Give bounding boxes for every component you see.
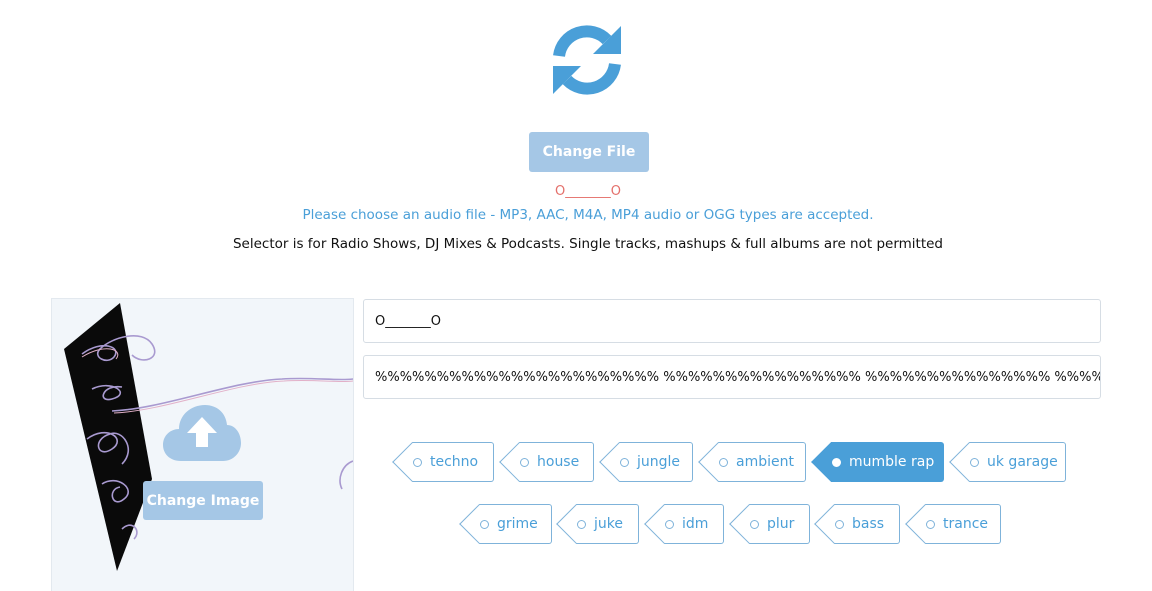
genre-tag-label: bass [852,516,885,532]
title-input-value: O_______O [375,313,441,329]
genre-tag-label: house [537,454,580,470]
genre-tag-label: plur [767,516,795,532]
genre-tag-bass[interactable]: bass [834,504,900,544]
genre-tag-label: idm [682,516,709,532]
radio-icon [413,457,422,467]
change-file-button[interactable]: Change File [529,132,649,172]
file-type-hint: Please choose an audio file - MP3, AAC, … [302,207,874,223]
genre-tag-ambient[interactable]: ambient [718,442,806,482]
genre-tag-label: uk garage [987,454,1058,470]
radio-icon [926,519,935,529]
genre-tag-trance[interactable]: trance [925,504,1001,544]
genre-tag-juke[interactable]: juke [576,504,639,544]
genre-tag-jungle[interactable]: jungle [619,442,693,482]
genre-tag-label: juke [594,516,623,532]
genre-tag-house[interactable]: house [519,442,594,482]
file-name: O_______O [555,184,621,199]
radio-icon [750,519,759,529]
radio-icon [665,519,674,529]
genre-tag-grime[interactable]: grime [479,504,552,544]
genre-tag-label: techno [430,454,479,470]
genre-tag-label: mumble rap [849,454,935,470]
refresh-icon[interactable] [549,22,625,98]
radio-selected-icon [832,457,841,467]
cloud-upload-icon[interactable] [163,405,241,463]
genre-tag-label: grime [497,516,538,532]
description-input-value: %%%%%%%%%%%%%%%%%%%%%%% %%%%%%%%%%%%%%%%… [375,369,1101,385]
radio-icon [620,457,629,467]
genre-tag-plur[interactable]: plur [749,504,810,544]
radio-icon [520,457,529,467]
genre-tag-mumble-rap[interactable]: mumble rap [831,442,944,482]
radio-icon [719,457,728,467]
radio-icon [577,519,586,529]
genre-tag-label: jungle [637,454,681,470]
cover-image-panel[interactable]: Change Image [51,298,354,591]
description-input[interactable]: %%%%%%%%%%%%%%%%%%%%%%% %%%%%%%%%%%%%%%%… [363,355,1101,399]
radio-icon [835,519,844,529]
genre-tag-label: trance [943,516,989,532]
content-policy-note: Selector is for Radio Shows, DJ Mixes & … [232,236,943,252]
genre-tag-label: ambient [736,454,794,470]
radio-icon [480,519,489,529]
genre-tag-techno[interactable]: techno [412,442,494,482]
genre-tag-idm[interactable]: idm [664,504,724,544]
radio-icon [970,457,979,467]
change-image-button[interactable]: Change Image [143,481,263,520]
genre-tag-uk-garage[interactable]: uk garage [969,442,1066,482]
title-input[interactable]: O_______O [363,299,1101,343]
